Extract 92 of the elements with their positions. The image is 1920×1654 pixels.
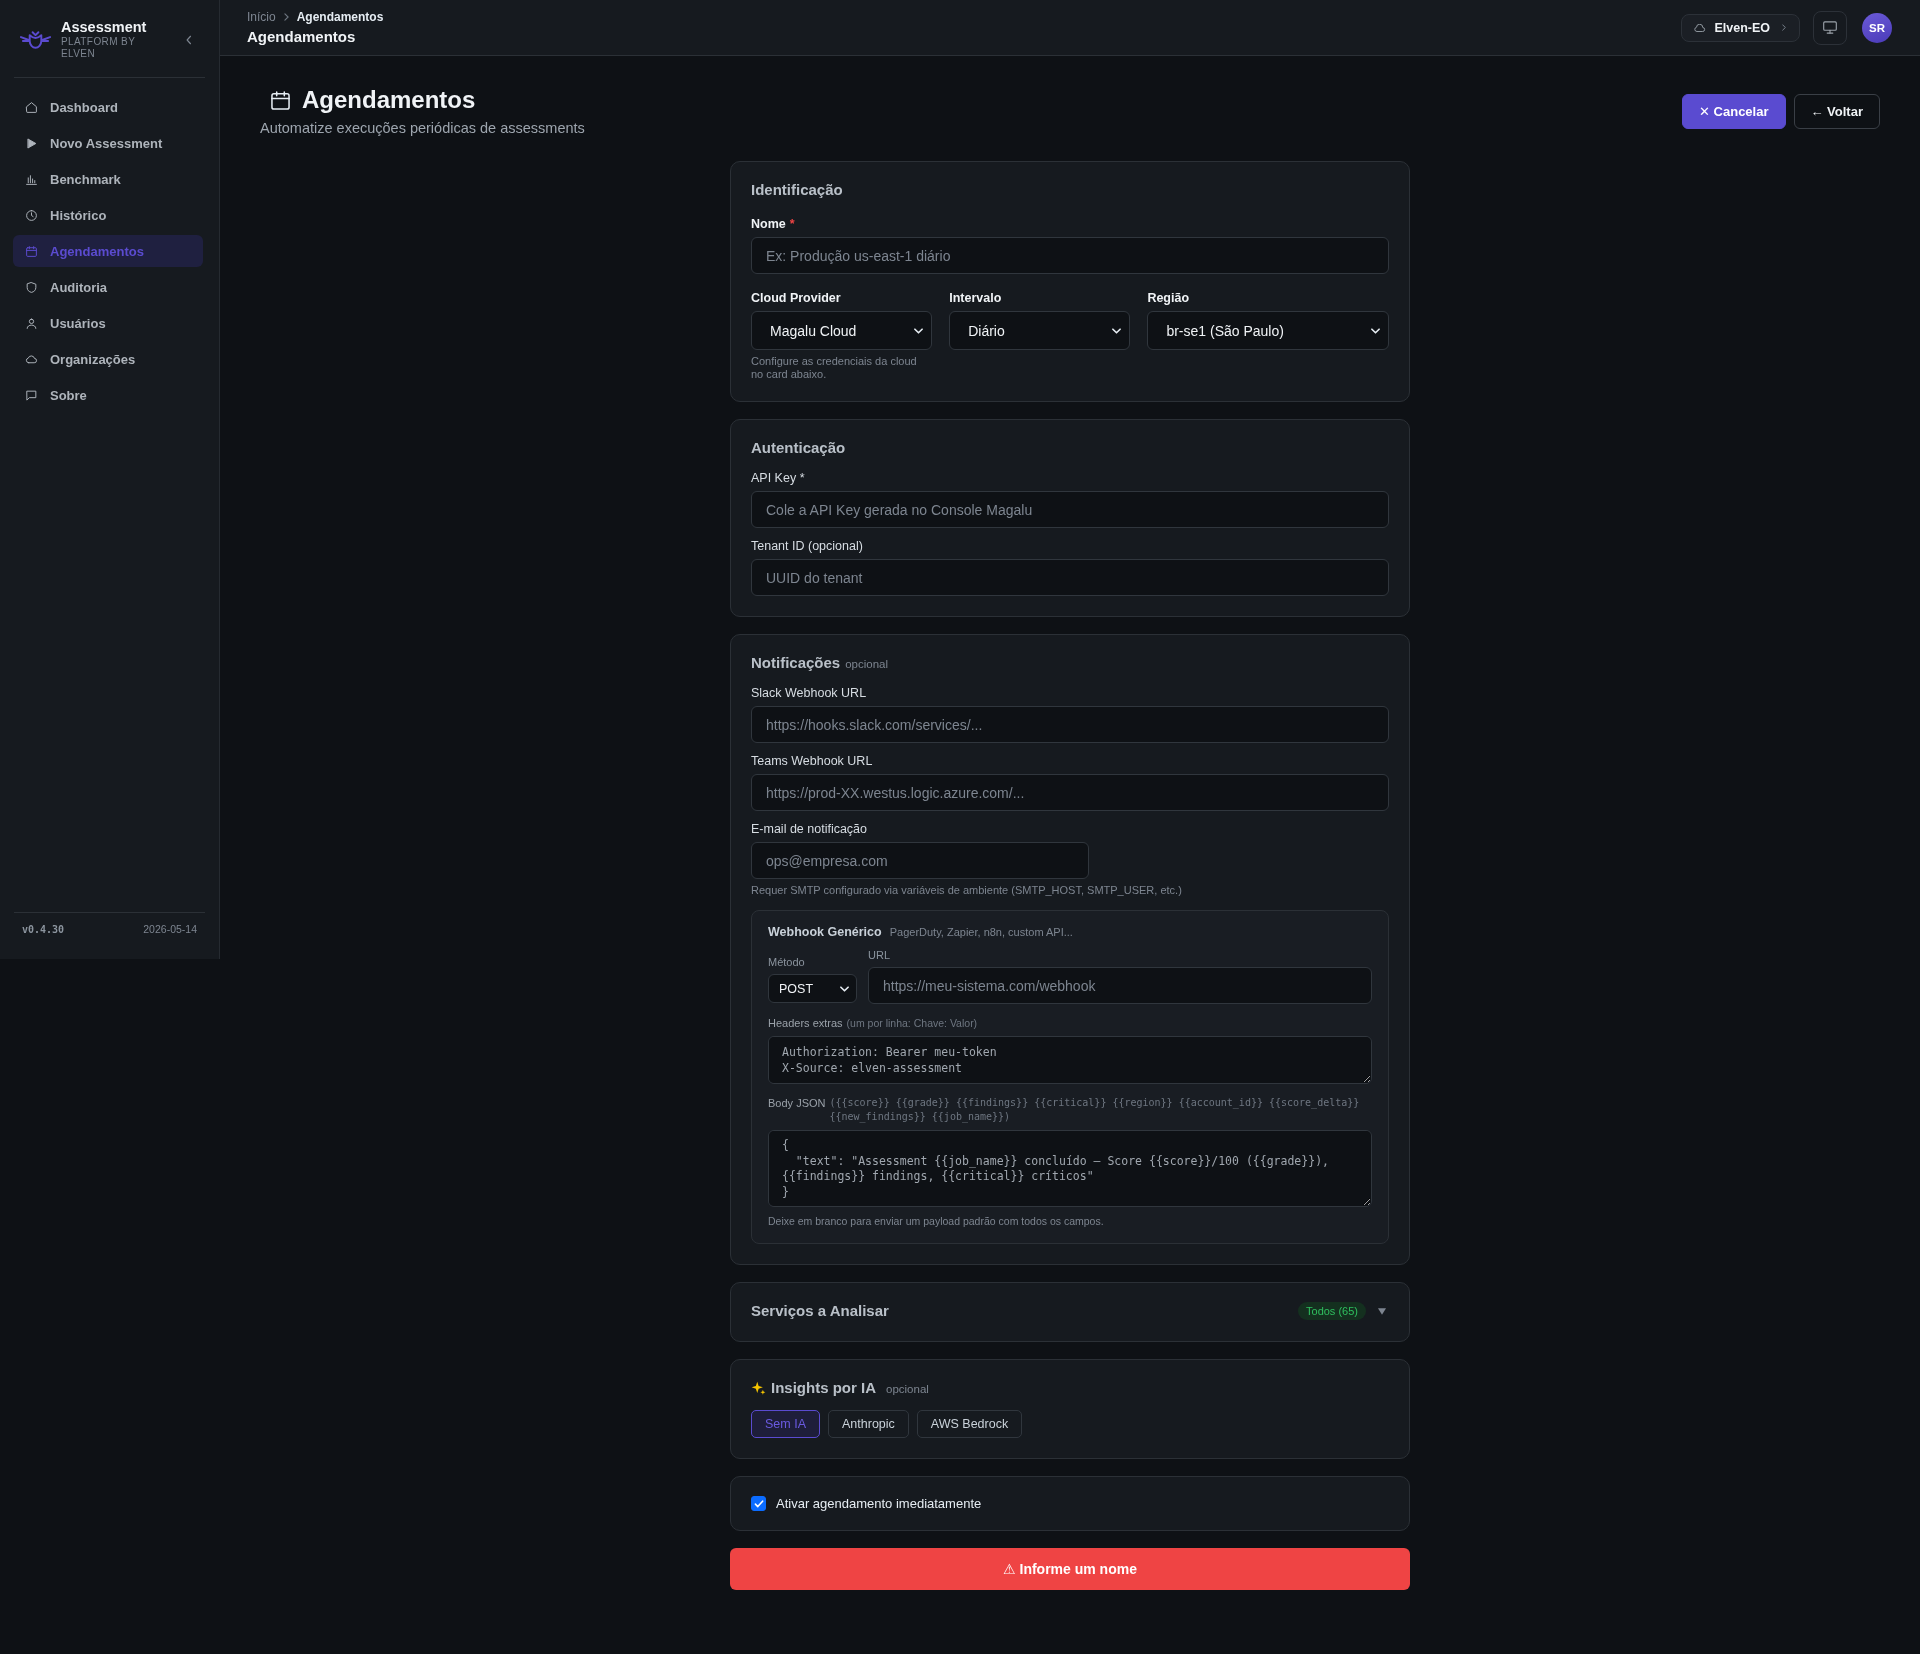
nav-item[interactable]: Usuários [13,307,203,339]
chevron-right-icon [283,12,289,21]
display-button[interactable] [1813,10,1847,45]
brand-subtitle: PLATFORM BY ELVEN [61,36,137,60]
chat-bubble-icon [25,388,38,402]
nav-item[interactable]: Sobre [13,379,203,411]
chevron-right-icon [1782,24,1786,31]
cancel-button[interactable]: ✕ Cancelar [1682,93,1786,129]
section-title: Notificações [751,653,841,673]
winged-emblem-icon [20,29,51,50]
chevron-down-icon [1112,327,1122,334]
api-key-input[interactable]: Cole a API Key gerada no Console Magalu [751,491,1389,528]
calendar-icon [271,90,290,110]
required-mark: * [789,216,795,232]
cloud-icon [1694,23,1707,32]
services-card[interactable]: Serviços a Analisar Todos (65) [730,1282,1410,1342]
slack-webhook-input[interactable]: https://hooks.slack.com/services/... [751,706,1389,743]
nav-item[interactable]: Organizações [13,343,203,375]
caret-down-icon[interactable] [1378,1307,1386,1315]
field-help: Deixe em branco para enviar um payload padrão com todos os campos. [768,1215,1105,1228]
field-label: Cloud Provider [751,290,842,306]
home-icon [25,100,38,114]
nav-item[interactable]: Auditoria [13,271,203,303]
optional-tag: opcional [845,658,889,670]
field-label: API Key * [751,470,806,486]
field-hint: (um por linha: Chave: Valor) [846,1016,978,1030]
cloud-icon [25,352,38,366]
section-title: Serviços a Analisar [751,1301,889,1321]
nav-item[interactable]: Dashboard [13,91,203,123]
section-title: Insights por IA [771,1378,876,1398]
chevron-left-icon[interactable] [186,34,192,45]
cloud-provider-select[interactable]: Magalu Cloud [751,311,933,350]
ai-provider-option[interactable]: Anthropic [828,1410,909,1438]
field-label: E-mail de notificação [751,821,869,837]
field-help: Configure as credenciais da cloud no card abaixo. [751,355,918,381]
back-button[interactable]: ← Voltar [1793,93,1880,129]
breadcrumb-item[interactable]: Início [247,9,276,24]
tenant-id-input[interactable]: UUID do tenant [751,559,1389,596]
webhook-url-input[interactable]: https://meu-sistema.com/webhook [868,967,1372,1004]
body-json-textarea[interactable]: { "text": "Assessment {{job_name}} concluído — Score {{score}}/100 ({{grade}}), {{findings}} findings, {{critical}} críticos" } [768,1130,1372,1207]
release-date: 2026-05-14 [143,923,197,935]
version-label: v0.4.30 [22,923,65,935]
method-select[interactable]: POST [768,974,857,1003]
submit-button[interactable]: ⚠ Informe um nome [730,1548,1410,1590]
user-icon [25,316,38,330]
panel-title: Webhook Genérico [768,924,882,940]
interval-select[interactable]: Diário [949,311,1131,350]
field-label: Headers extras [768,1016,843,1030]
region-select[interactable]: br-se1 (São Paulo) [1147,311,1389,350]
field-label: Intervalo [949,290,1003,306]
play-icon [25,136,38,150]
checkbox[interactable] [751,1496,766,1511]
field-label: Body JSON [768,1096,826,1111]
page-heading: Agendamentos [302,85,476,115]
organization-switcher[interactable]: Elven-EO [1681,13,1800,42]
calendar-icon [25,244,38,258]
field-label: URL [868,948,891,962]
nav-item[interactable]: Novo Assessment [13,127,203,159]
clock-icon [25,208,38,222]
user-avatar[interactable]: SR [1862,12,1892,43]
name-input[interactable]: Ex: Produção us-east-1 diário [751,237,1389,274]
chevron-down-icon [840,985,849,992]
field-help: Requer SMTP configurado via variáveis de ambiente (SMTP_HOST, SMTP_USER, etc.) [751,884,1183,897]
checkbox-label[interactable]: Ativar agendamento imediatamente [776,1496,982,1511]
nav-item[interactable]: Histórico [13,199,203,231]
field-label: Tenant ID (opcional) [751,538,864,554]
field-label: Região [1147,290,1191,306]
count-badge: Todos (65) [1298,1302,1366,1320]
brand-name: Assessment [61,19,148,36]
bar-chart-icon [25,172,38,186]
top-bar-title: Agendamentos [247,27,357,46]
optional-tag: opcional [886,1383,929,1395]
chevron-down-icon [1371,327,1380,334]
section-title: Identificação [751,180,844,200]
breadcrumb-item: Agendamentos [296,9,384,24]
teams-webhook-input[interactable]: https://prod-XX.westus.logic.azure.com/... [751,774,1389,811]
sparkle-icon [751,1380,766,1396]
ai-provider-option[interactable]: AWS Bedrock [916,1410,1023,1438]
field-label: Nome [751,216,786,232]
nav-item[interactable]: Benchmark [13,163,203,195]
monitor-icon [1823,21,1837,34]
chevron-down-icon [914,327,924,334]
panel-subtitle: PagerDuty, Zapier, n8n, custom API... [889,926,1073,938]
field-label: Slack Webhook URL [751,685,868,701]
shield-icon [25,280,38,294]
email-input[interactable]: ops@empresa.com [751,842,1090,879]
field-label: Teams Webhook URL [751,753,874,769]
section-title: Autenticação [751,438,847,458]
field-label: Método [768,955,806,969]
headers-textarea[interactable]: Authorization: Bearer meu-token X-Source: elven-assessment [768,1036,1372,1084]
page-subtitle: Automatize execuções periódicas de assessments [260,119,585,137]
field-hint: ({{score}} {{grade}} {{findings}} {{critical}} {{region}} {{account_id}} {{score_delta}} {{new_findings}} {{job_name}}) [829,1096,1361,1124]
